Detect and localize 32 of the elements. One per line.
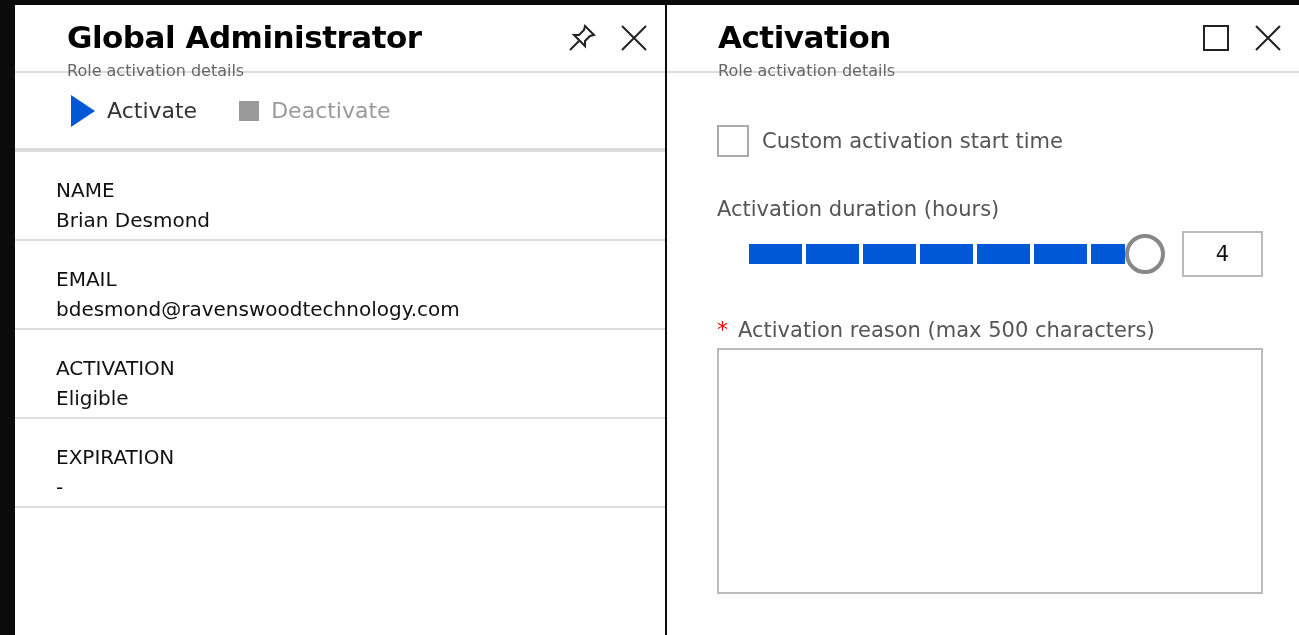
field-label: ACTIVATION [56,356,176,380]
reason-label: Activation reason (max 500 characters) [738,317,1155,342]
close-button[interactable] [619,23,649,53]
maximize-icon [1203,25,1229,51]
blade-subtitle: Role activation details [718,61,896,80]
field-value: Brian Desmond [56,208,211,232]
pin-icon [568,24,596,52]
toolbar-button[interactable]: Activate [71,94,198,127]
maximize-button[interactable] [1201,23,1231,53]
checkbox-label: Custom activation start time [762,129,1063,153]
blade-title: Global Administrator [67,19,422,55]
pin-button[interactable] [567,23,597,53]
blade-subtitle: Role activation details [67,61,246,80]
field-value: bdesmond@ravenswoodtechnology.com [56,297,461,321]
close-icon [1255,25,1281,51]
checkbox[interactable] [717,125,749,157]
required-mark: * [717,317,728,342]
field-label: NAME [56,178,116,202]
play-icon [71,94,95,127]
slider-thumb[interactable] [1125,234,1165,274]
duration-slider[interactable] [749,234,1165,274]
field-label: EMAIL [56,267,118,291]
reason-field[interactable] [717,348,1263,594]
field-value: Eligible [56,386,130,410]
blade-title: Activation [718,19,892,55]
duration-field[interactable]: 4 [1181,231,1263,277]
close-icon [621,25,647,51]
close-button[interactable] [1253,23,1283,53]
field-value: - [56,475,65,499]
stop-icon [239,100,260,121]
duration-label: Activation duration (hours) [717,197,1001,221]
field-label: EXPIRATION [56,445,176,469]
